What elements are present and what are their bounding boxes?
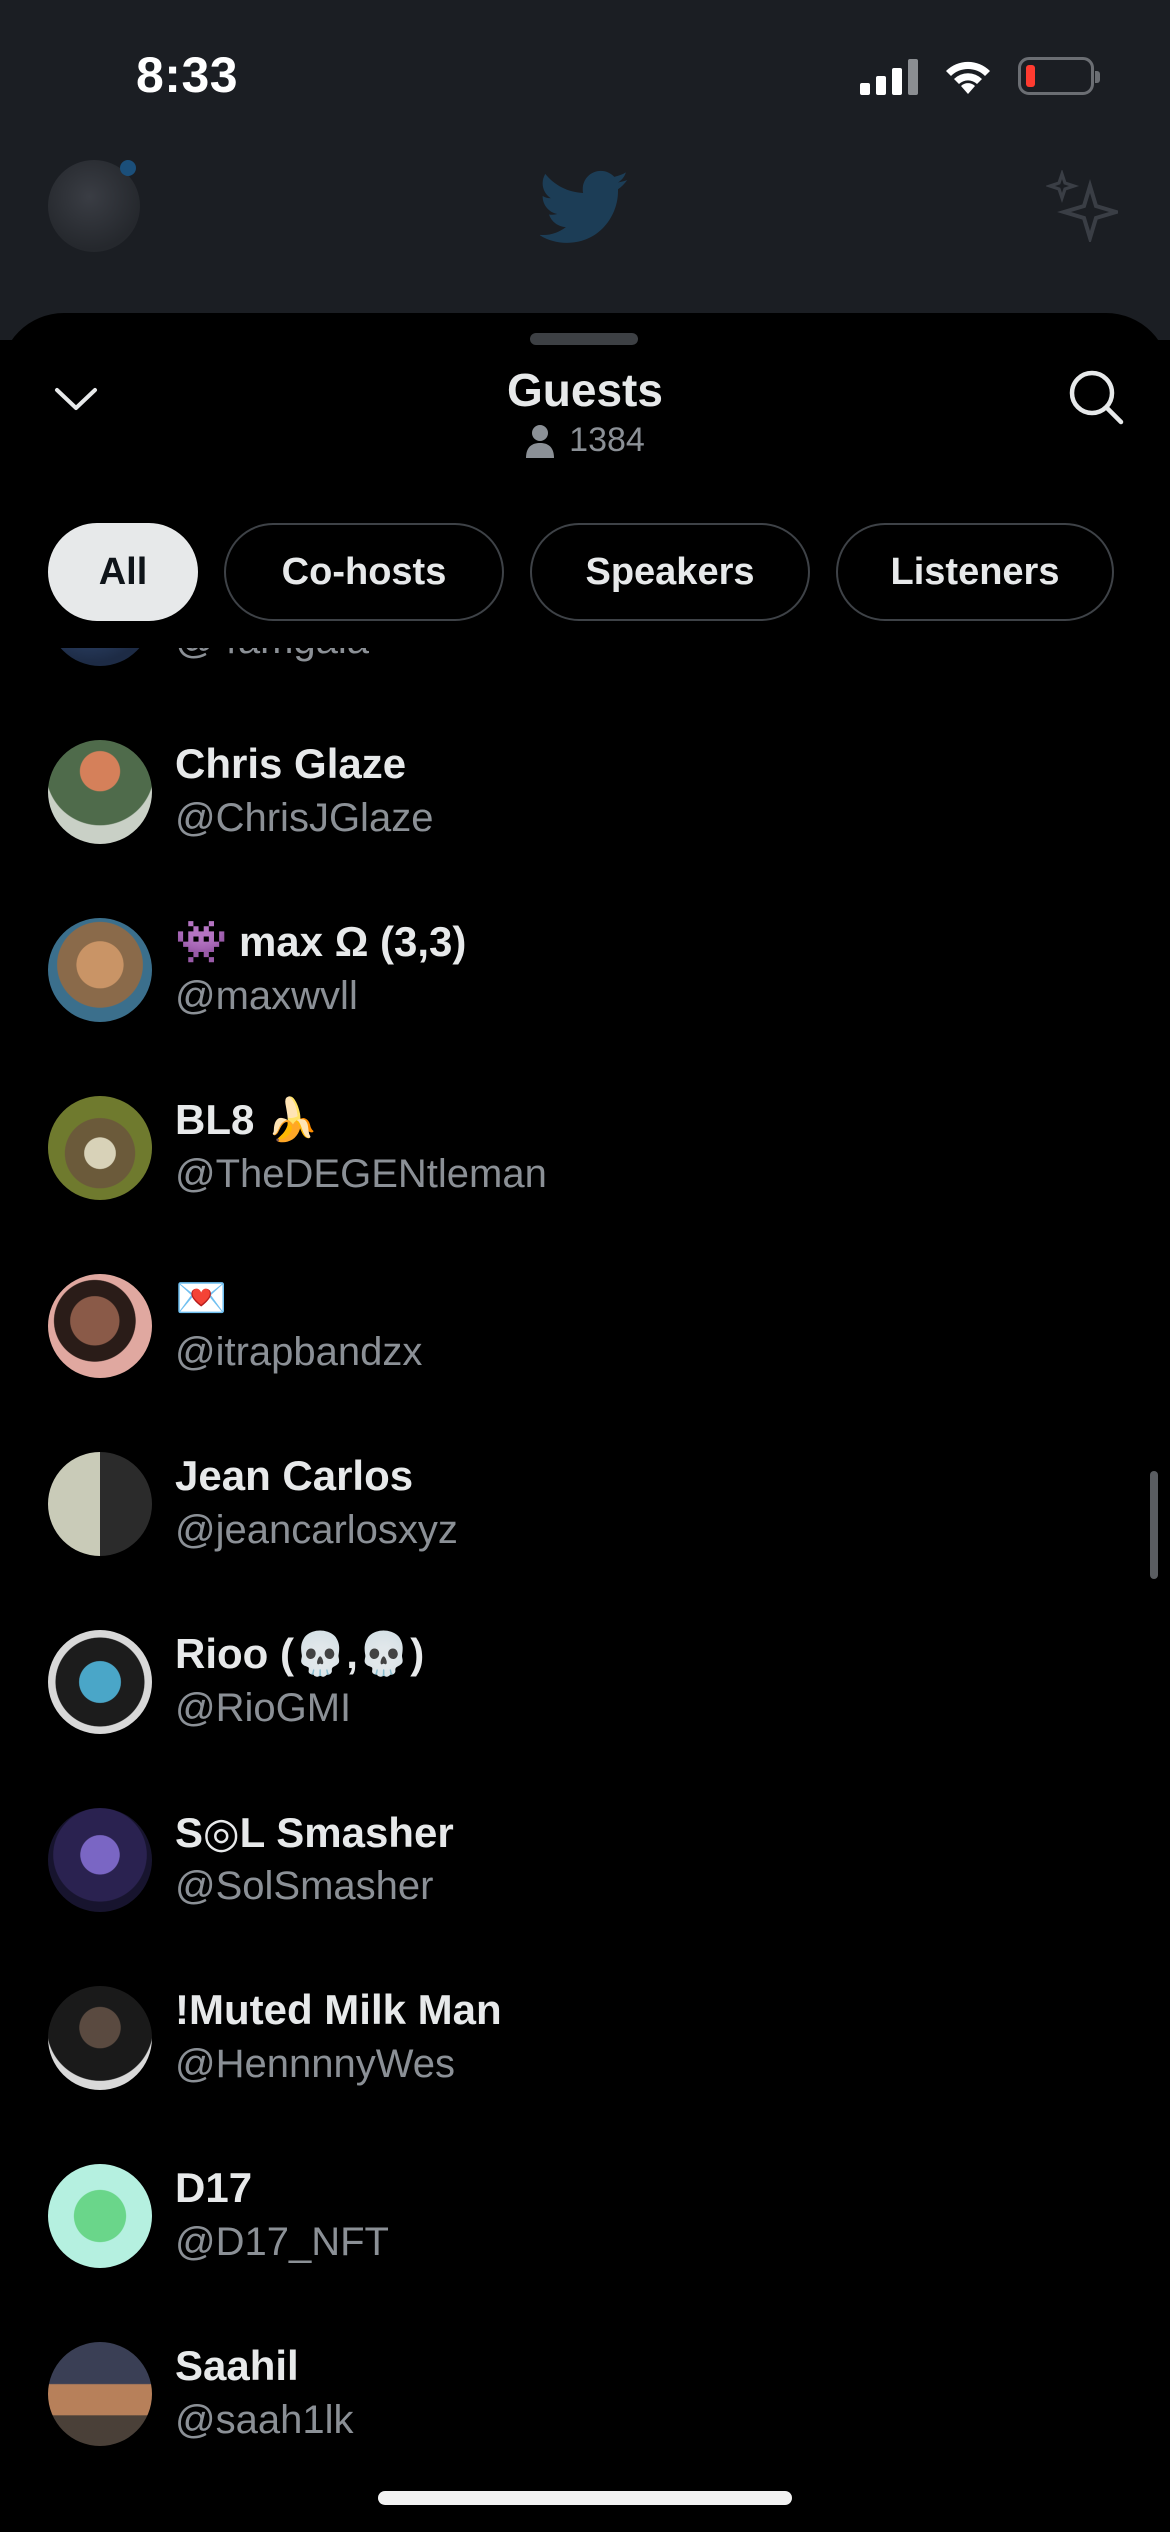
avatar xyxy=(48,1808,152,1912)
battery-icon xyxy=(1018,57,1100,95)
guest-name: !Muted Milk Man xyxy=(175,1986,502,2033)
filter-chip-speakers[interactable]: Speakers xyxy=(530,523,810,621)
guest-name: Chris Glaze xyxy=(175,740,407,787)
guest-name: Saahil xyxy=(175,2342,299,2389)
filter-chips: All Co-hosts Speakers Listeners xyxy=(48,523,1114,621)
avatar xyxy=(48,1986,152,2090)
avatar xyxy=(48,740,152,844)
screen: 8:33 Guests 1384 All Co-hosts Speakers L… xyxy=(0,0,1170,2532)
scroll-indicator[interactable] xyxy=(1150,1471,1158,1579)
guest-name: S◎L Smasher xyxy=(175,1809,454,1856)
guest-handle: @maxwvll xyxy=(175,974,358,1018)
sheet-grabber[interactable] xyxy=(530,333,638,345)
guest-count: 1384 xyxy=(0,421,1170,460)
search-icon xyxy=(1069,370,1124,425)
background-app: 8:33 xyxy=(0,0,1170,340)
status-icons xyxy=(860,56,1100,96)
guest-handle: @4amgala xyxy=(175,648,369,663)
guest-handle: @TheDEGENtleman xyxy=(175,1152,547,1196)
filter-chip-co-hosts[interactable]: Co-hosts xyxy=(224,523,504,621)
guest-row[interactable]: S◎L Smasher @SolSmasher xyxy=(0,1764,1170,1942)
guest-name: 👾 max Ω (3,3) xyxy=(175,918,467,965)
guest-row[interactable]: !Muted Milk Man @HennnnyWes xyxy=(0,1942,1170,2120)
avatar xyxy=(48,1096,152,1200)
guest-row[interactable]: 💌 @itrapbandzx xyxy=(0,1230,1170,1408)
guest-name: Jean Carlos xyxy=(175,1452,414,1499)
guest-handle: @ChrisJGlaze xyxy=(175,796,434,840)
guest-handle: @itrapbandzx xyxy=(175,1330,423,1374)
sparkle-icon xyxy=(1046,170,1118,242)
guest-name: Rioo (💀,💀) xyxy=(175,1630,425,1677)
avatar xyxy=(48,2164,152,2268)
person-icon xyxy=(526,424,555,458)
status-bar: 8:33 xyxy=(0,0,1170,150)
avatar xyxy=(48,1630,152,1734)
guest-handle: @SolSmasher xyxy=(175,1864,434,1908)
twitter-bird-icon xyxy=(540,170,629,243)
avatar xyxy=(48,918,152,1022)
filter-chip-listeners[interactable]: Listeners xyxy=(836,523,1114,621)
guest-list[interactable]: @4amgala Chris Glaze @ChrisJGlaze 👾 max … xyxy=(0,648,1170,2532)
status-time: 8:33 xyxy=(136,47,239,103)
guest-row[interactable]: Saahil @saah1lk xyxy=(0,2298,1170,2476)
guest-handle: @saah1lk xyxy=(175,2398,354,2442)
filter-chip-all[interactable]: All xyxy=(48,523,198,621)
guest-name: 💌 xyxy=(175,1274,228,1321)
guest-row[interactable]: D17 @D17_NFT xyxy=(0,2120,1170,2298)
guest-name: BL8 🍌 xyxy=(175,1096,319,1143)
guest-name: D17 xyxy=(175,2164,253,2211)
background-notification-dot xyxy=(120,160,136,176)
guest-count-value: 1384 xyxy=(569,421,645,459)
avatar xyxy=(48,648,152,666)
guest-row[interactable]: Chris Glaze @ChrisJGlaze xyxy=(0,696,1170,874)
guest-handle: @RioGMI xyxy=(175,1686,352,1730)
signal-icon xyxy=(860,57,918,95)
guests-sheet: Guests 1384 All Co-hosts Speakers Listen… xyxy=(0,313,1170,2532)
search-button[interactable] xyxy=(1066,367,1126,427)
guest-row[interactable]: Jean Carlos @jeancarlosxyz xyxy=(0,1408,1170,1586)
guest-row[interactable]: Rioo (💀,💀) @RioGMI xyxy=(0,1586,1170,1764)
avatar xyxy=(48,1274,152,1378)
wifi-icon xyxy=(946,61,990,94)
sheet-title: Guests xyxy=(507,364,663,416)
avatar xyxy=(48,1452,152,1556)
guest-handle: @HennnnyWes xyxy=(175,2042,455,2086)
home-indicator[interactable] xyxy=(378,2491,792,2505)
avatar xyxy=(48,2342,152,2446)
guest-row[interactable]: @4amgala xyxy=(0,648,1170,696)
guest-row[interactable]: 👾 max Ω (3,3) @maxwvll xyxy=(0,874,1170,1052)
guest-row[interactable]: BL8 🍌 @TheDEGENtleman xyxy=(0,1052,1170,1230)
guest-handle: @jeancarlosxyz xyxy=(175,1508,458,1552)
guest-handle: @D17_NFT xyxy=(175,2220,389,2264)
